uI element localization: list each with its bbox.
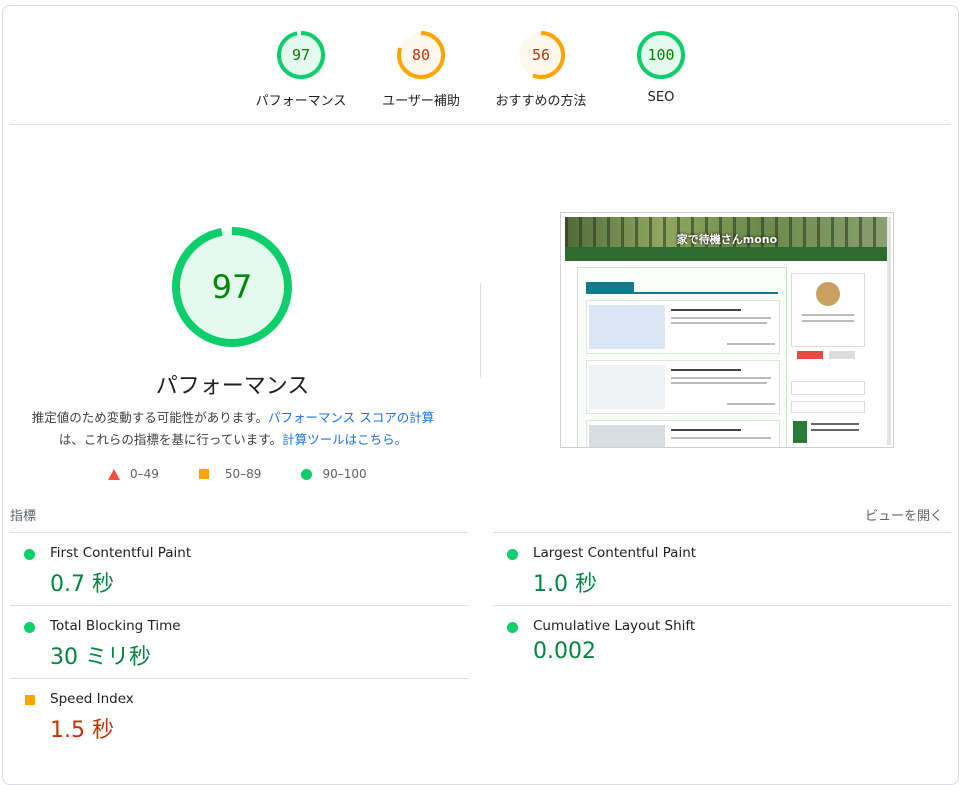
gauge-ring: 80	[397, 31, 445, 79]
divider	[10, 532, 468, 533]
gauge-score: 80	[412, 46, 430, 64]
circle-icon	[301, 468, 313, 480]
gauge-score: 56	[532, 46, 550, 64]
gauge-ring: 97	[277, 31, 325, 79]
divider	[493, 532, 951, 533]
legend-range: 90–100	[322, 467, 367, 481]
legend-fail: 0–49	[108, 467, 159, 481]
gauge-seo[interactable]: 100 SEO	[601, 30, 721, 105]
average-square-icon	[25, 695, 35, 705]
site-title: 家で待機さんmono	[676, 233, 778, 246]
calculator-link[interactable]: 計算ツールはこちら。	[282, 432, 407, 447]
thumbnail-scrollbar	[887, 217, 891, 445]
pass-circle-icon	[507, 549, 518, 560]
metric-name: Largest Contentful Paint	[533, 545, 697, 561]
gauge-ring: 100	[637, 31, 685, 79]
vertical-divider	[480, 283, 481, 378]
divider	[10, 678, 468, 679]
legend-range: 50–89	[224, 467, 262, 481]
legend-range: 0–49	[130, 467, 159, 481]
triangle-icon	[108, 468, 120, 480]
legend-pass: 90–100	[301, 467, 367, 481]
performance-title: パフォーマンス	[155, 374, 310, 399]
expand-view-toggle[interactable]: ビューを開く	[865, 505, 943, 524]
site-sidebar	[791, 267, 865, 447]
gauge-score: 97	[292, 46, 310, 64]
gauge-best-practices[interactable]: 56 おすすめの方法	[481, 30, 601, 109]
gauge-label: パフォーマンス	[255, 94, 347, 109]
metric-value: 0.002	[533, 639, 596, 664]
divider	[10, 605, 468, 606]
metric-name: Cumulative Layout Shift	[533, 618, 696, 634]
gauge-score: 100	[647, 46, 674, 64]
gauge-performance[interactable]: 97 パフォーマンス	[241, 30, 361, 109]
divider	[10, 124, 950, 125]
performance-description: 推定値のため変動する可能性があります。パフォーマンス スコアの計算 は、これらの…	[28, 407, 438, 451]
performance-score-gauge: 97	[172, 227, 292, 347]
article-card	[586, 420, 780, 447]
category-gauges: 97 パフォーマンス 80 ユーザー補助 56 おすすめの方法 100 SEO	[0, 0, 963, 125]
performance-score: 97	[212, 268, 253, 306]
metrics-header: 指標	[10, 509, 37, 524]
score-calc-link[interactable]: パフォーマンス スコアの計算	[268, 410, 434, 425]
desc-text: 推定値のため変動する可能性があります。	[31, 410, 269, 425]
gauge-label: ユーザー補助	[382, 94, 460, 109]
legend-average: 50–89	[198, 467, 262, 481]
article-card	[586, 360, 780, 414]
gauge-label: おすすめの方法	[495, 94, 587, 109]
page-screenshot-thumbnail[interactable]: 家で待機さんmono	[560, 212, 894, 448]
pass-circle-icon	[24, 549, 35, 560]
profile-box	[791, 273, 865, 347]
score-legend: 0–49 50–89 90–100	[108, 467, 407, 481]
desc-text: は、これらの指標を基に行っています。	[58, 432, 283, 447]
pass-circle-icon	[507, 622, 518, 633]
square-icon	[198, 469, 209, 479]
metric-value: 0.7 秒	[50, 572, 114, 597]
divider	[493, 605, 951, 606]
site-nav-bar	[565, 247, 889, 261]
metric-name: First Contentful Paint	[50, 545, 192, 561]
metric-value: 30 ミリ秒	[50, 645, 151, 670]
article-card	[586, 300, 780, 354]
metric-name: Total Blocking Time	[50, 618, 181, 634]
metric-value: 1.0 秒	[533, 572, 597, 597]
gauge-ring: 56	[517, 31, 565, 79]
pass-circle-icon	[24, 622, 35, 633]
gauge-label: SEO	[647, 90, 675, 105]
site-main-column	[577, 267, 787, 447]
gauge-accessibility[interactable]: 80 ユーザー補助	[361, 30, 481, 109]
metric-value: 1.5 秒	[50, 718, 114, 743]
metric-name: Speed Index	[50, 691, 134, 707]
